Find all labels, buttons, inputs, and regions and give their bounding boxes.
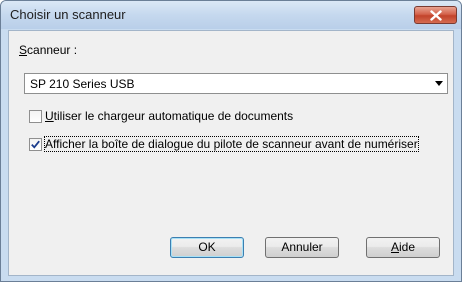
scanner-label: Scanneur :: [19, 43, 78, 57]
scanner-select[interactable]: SP 210 Series USB: [24, 73, 448, 94]
show-driver-checkbox-label: Afficher la boîte de dialogue du pilote …: [44, 136, 419, 152]
help-button[interactable]: Aide: [366, 237, 440, 258]
window-title: Choisir un scanneur: [10, 7, 126, 22]
dialog-window: Choisir un scanneur Scanneur : SP 210 Se…: [0, 0, 462, 282]
adf-checkbox-label: Utiliser le chargeur automatique de docu…: [45, 109, 294, 123]
close-icon: [430, 10, 442, 21]
adf-checkbox[interactable]: [29, 110, 42, 123]
close-button[interactable]: [414, 6, 457, 24]
chevron-down-icon: [435, 81, 443, 86]
ok-button[interactable]: OK: [170, 237, 244, 258]
scanner-select-value: SP 210 Series USB: [30, 77, 135, 91]
title-bar[interactable]: Choisir un scanneur: [1, 1, 461, 29]
cancel-button[interactable]: Annuler: [265, 237, 339, 258]
dialog-body: Scanneur : SP 210 Series USB Utiliser le…: [8, 30, 454, 276]
show-driver-checkbox[interactable]: [29, 138, 42, 151]
checkmark-icon: [31, 140, 40, 149]
